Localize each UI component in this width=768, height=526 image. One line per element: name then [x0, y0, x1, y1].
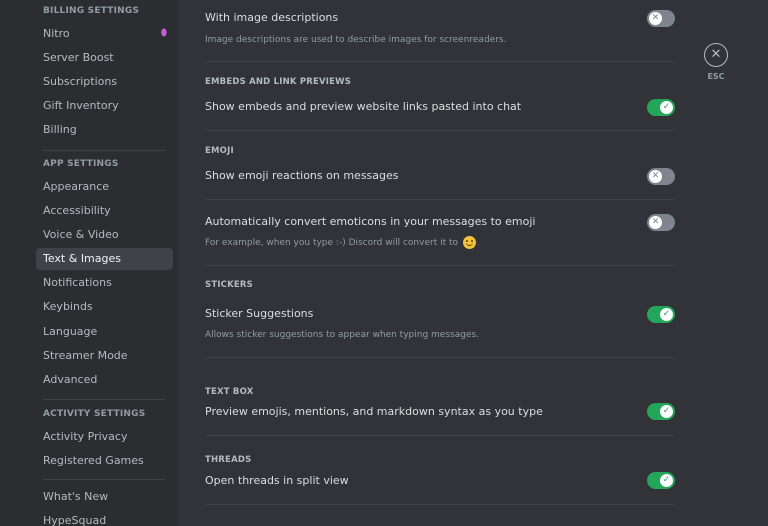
- emoticons-title: Automatically convert emoticons in your …: [205, 215, 536, 228]
- check-icon: ✓: [660, 474, 673, 487]
- emoji-reactions-title: Show emoji reactions on messages: [205, 169, 399, 182]
- sticker-suggestions-desc: Allows sticker suggestions to appear whe…: [205, 330, 480, 340]
- emoji-header: Emoji: [205, 146, 234, 156]
- sidebar-item-whats-new[interactable]: What's New: [36, 486, 173, 508]
- divider: [205, 357, 675, 358]
- sidebar-item-advanced[interactable]: Advanced: [36, 369, 173, 391]
- sidebar-item-gift-inventory[interactable]: Gift Inventory: [36, 95, 173, 117]
- sidebar-separator: [43, 399, 165, 400]
- image-descriptions-toggle[interactable]: ✕: [647, 10, 675, 27]
- esc-close[interactable]: ✕ ESC: [703, 43, 729, 81]
- sidebar-item-voice-video[interactable]: Voice & Video: [36, 224, 173, 246]
- sidebar-item-accessibility[interactable]: Accessibility: [36, 200, 173, 222]
- threads-header: Threads: [205, 455, 252, 465]
- image-descriptions-desc: Image descriptions are used to describe …: [205, 35, 507, 45]
- threads-title: Open threads in split view: [205, 474, 349, 487]
- sidebar-item-hypesquad[interactable]: HypeSquad: [36, 510, 173, 526]
- nitro-icon: ⬮: [160, 28, 167, 39]
- textbox-title: Preview emojis, mentions, and markdown s…: [205, 405, 543, 418]
- sidebar-item-billing[interactable]: Billing: [36, 119, 173, 141]
- divider: [205, 61, 675, 62]
- sidebar-item-nitro[interactable]: Nitro ⬮: [36, 23, 173, 45]
- sidebar-item-appearance[interactable]: Appearance: [36, 176, 173, 198]
- sidebar-separator: [43, 479, 165, 480]
- sidebar-item-streamer-mode[interactable]: Streamer Mode: [36, 345, 173, 367]
- textbox-header: Text Box: [205, 387, 254, 397]
- check-icon: ✓: [660, 405, 673, 418]
- check-icon: ✓: [660, 308, 673, 321]
- sidebar-item-registered-games[interactable]: Registered Games: [36, 450, 173, 472]
- settings-content: With image descriptions Image descriptio…: [178, 0, 768, 526]
- activity-settings-header: Activity Settings: [43, 409, 146, 419]
- threads-toggle[interactable]: ✓: [647, 472, 675, 489]
- close-icon: ✕: [649, 170, 662, 183]
- esc-label: ESC: [707, 72, 725, 81]
- divider: [205, 265, 675, 266]
- embeds-toggle[interactable]: ✓: [647, 99, 675, 116]
- sidebar-item-subscriptions[interactable]: Subscriptions: [36, 71, 173, 93]
- stickers-header: Stickers: [205, 280, 253, 290]
- sidebar-item-server-boost[interactable]: Server Boost: [36, 47, 173, 69]
- textbox-toggle[interactable]: ✓: [647, 403, 675, 420]
- sidebar-item-activity-privacy[interactable]: Activity Privacy: [36, 426, 173, 448]
- close-icon: ✕: [649, 216, 662, 229]
- close-icon: ✕: [649, 12, 662, 25]
- sidebar-separator: [43, 150, 165, 151]
- sidebar-item-notifications[interactable]: Notifications: [36, 272, 173, 294]
- app-settings-header: App Settings: [43, 159, 119, 169]
- image-descriptions-title: With image descriptions: [205, 11, 339, 24]
- embeds-title: Show embeds and preview website links pa…: [205, 100, 522, 113]
- check-icon: ✓: [660, 101, 673, 114]
- embeds-header: Embeds and Link Previews: [205, 77, 352, 87]
- emoticons-toggle[interactable]: ✕: [647, 214, 675, 231]
- divider: [205, 130, 675, 131]
- billing-settings-header: Billing Settings: [43, 6, 140, 16]
- divider: [205, 199, 675, 200]
- sticker-suggestions-title: Sticker Suggestions: [205, 307, 314, 320]
- emoji-reactions-toggle[interactable]: ✕: [647, 168, 675, 185]
- divider: [205, 504, 675, 505]
- sidebar-item-text-images[interactable]: Text & Images: [36, 248, 173, 270]
- sidebar-item-language[interactable]: Language: [36, 321, 173, 343]
- smile-emoji-icon: [462, 236, 476, 249]
- emoticons-desc-line: For example, when you type :-) Discord w…: [205, 236, 476, 249]
- sidebar-item-label: Nitro: [43, 27, 70, 40]
- divider: [205, 435, 675, 436]
- emoticons-desc: For example, when you type :-) Discord w…: [205, 238, 459, 248]
- sidebar-item-keybinds[interactable]: Keybinds: [36, 296, 173, 318]
- close-icon[interactable]: ✕: [704, 43, 728, 67]
- settings-sidebar: Billing Settings Nitro ⬮ Server Boost Su…: [0, 0, 178, 526]
- sticker-suggestions-toggle[interactable]: ✓: [647, 306, 675, 323]
